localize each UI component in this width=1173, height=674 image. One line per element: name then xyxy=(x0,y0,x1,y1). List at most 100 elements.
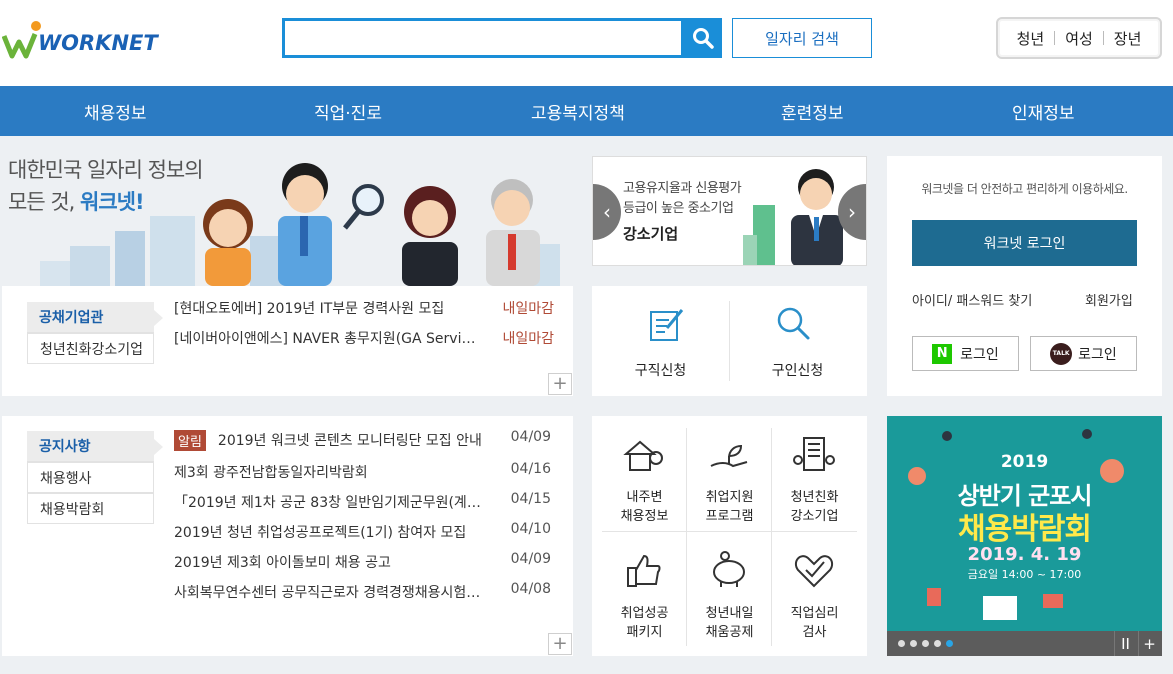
slide-dot[interactable] xyxy=(898,640,905,647)
piggy-bank-icon xyxy=(713,551,745,587)
notice-date: 04/08 xyxy=(510,581,551,597)
tab-public-company[interactable]: 공채기업관 xyxy=(27,302,163,333)
slide-dot-active[interactable] xyxy=(946,640,953,647)
notice-row[interactable]: 알림 2019년 워크넷 콘텐츠 모니터링단 모집 안내 04/09 xyxy=(174,429,551,451)
tab-hiring-events[interactable]: 채용행사 xyxy=(27,462,154,493)
notice-more-button[interactable]: + xyxy=(548,633,572,655)
event-more-button[interactable]: + xyxy=(1138,631,1160,656)
user-type-women[interactable]: 여성 xyxy=(1055,28,1103,49)
nav-item-training[interactable]: 훈련정보 xyxy=(781,99,844,124)
sme-prev-button[interactable]: ‹ xyxy=(593,184,621,240)
service-label-line: 강소기업 xyxy=(790,509,839,524)
worknet-logo[interactable]: WORKNET xyxy=(2,18,162,62)
service-label: 청년내일 채움공제 xyxy=(687,604,772,642)
job-seeker-apply-button[interactable]: 구직신청 xyxy=(592,286,729,396)
sign-up-link[interactable]: 회원가입 xyxy=(1085,290,1133,309)
job-row[interactable]: [네이버아이앤에스] NAVER 총무지원(GA Service) 내일마감 xyxy=(174,328,554,350)
service-label-line: 검사 xyxy=(802,625,827,640)
job-row[interactable]: [현대오토에버] 2019년 IT부문 경력사원 모집 내일마감 xyxy=(174,298,554,320)
house-location-icon xyxy=(623,440,663,471)
tab-youth-friendly-sme[interactable]: 청년친화강소기업 xyxy=(27,333,154,364)
hero-headline: 대한민국 일자리 정보의 모든 것, 워크넷! xyxy=(8,154,204,218)
notice-row[interactable]: 제3회 광주전남합동일자리박람회 04/16 xyxy=(174,461,551,483)
notice-title: 2019년 청년 취업성공프로젝트(1기) 참여자 모집 xyxy=(174,525,467,541)
job-title: [네이버아이앤에스] NAVER 총무지원(GA Service) xyxy=(174,331,479,347)
service-label-line: 취업지원 xyxy=(705,490,754,505)
pause-button[interactable]: II xyxy=(1114,631,1136,656)
user-type-selector: 청년 여성 장년 xyxy=(996,17,1162,59)
sprout-hand-icon xyxy=(710,444,748,468)
sme-description: 고용유지율과 신용평가 등급이 높은 중소기업 xyxy=(623,179,742,219)
nav-item-career[interactable]: 직업·진로 xyxy=(314,99,382,124)
service-label: 취업성공 패키지 xyxy=(602,604,687,642)
slide-dot[interactable] xyxy=(910,640,917,647)
job-search-button[interactable]: 일자리 검색 xyxy=(732,18,872,58)
nav-item-jobs[interactable]: 채용정보 xyxy=(84,99,147,124)
main-nav: 채용정보 직업·진로 고용복지정책 훈련정보 인재정보 xyxy=(0,86,1173,136)
worknet-login-button[interactable]: 워크넷 로그인 xyxy=(912,220,1137,266)
job-deadline: 내일마감 xyxy=(502,331,554,347)
service-label: 내주변채용정보 xyxy=(602,488,687,526)
service-nearby-jobs[interactable]: 내주변채용정보 xyxy=(602,424,687,534)
notice-title: 「2019년 제1차 공군 83창 일반임기제군무원(계약직) 채용 xyxy=(174,495,484,511)
notice-row[interactable]: 2019년 제3회 아이돌보미 채용 공고 04/09 xyxy=(174,551,551,573)
sme-desc-line-1: 고용유지율과 신용평가 xyxy=(623,181,742,196)
public-jobs-more-button[interactable]: + xyxy=(548,373,572,395)
kakao-login-button[interactable]: TALK 로그인 xyxy=(1030,336,1137,371)
user-type-youth[interactable]: 청년 xyxy=(1007,28,1055,49)
service-employment-program[interactable]: 취업지원프로그램 xyxy=(687,424,772,534)
login-panel: 워크넷을 더 안전하고 편리하게 이용하세요. 워크넷 로그인 아이디/ 패스워… xyxy=(887,156,1162,396)
magnifier-icon xyxy=(777,307,810,340)
find-id-password-link[interactable]: 아이디/ 패스워드 찾기 xyxy=(912,290,1032,309)
notice-row[interactable]: 2019년 청년 취업성공프로젝트(1기) 참여자 모집 04/10 xyxy=(174,521,551,543)
service-label: 취업지원프로그램 xyxy=(687,488,772,526)
service-label-line: 채용정보 xyxy=(620,509,669,524)
service-label-line: 청년친화 xyxy=(790,490,839,505)
service-label-line: 직업심리 xyxy=(790,606,839,621)
employer-apply-button[interactable]: 구인신청 xyxy=(729,286,866,396)
service-label: 청년친화강소기업 xyxy=(772,488,857,526)
service-youth-savings[interactable]: 청년내일 채움공제 xyxy=(687,540,772,650)
service-label-line: 내주변 xyxy=(626,490,663,505)
tab-notice[interactable]: 공지사항 xyxy=(27,431,163,462)
notice-date: 04/09 xyxy=(510,551,551,567)
pencil-note-icon xyxy=(650,309,684,341)
sme-title: 강소기업 xyxy=(623,225,679,243)
job-deadline: 내일마감 xyxy=(502,301,554,317)
event-date: 2019. 4. 19 xyxy=(967,544,1082,565)
pause-icon: II xyxy=(1121,634,1130,653)
service-label-line: 패키지 xyxy=(626,625,663,640)
header: WORKNET 일자리 검색 청년 여성 장년 xyxy=(0,0,1173,86)
user-type-senior[interactable]: 장년 xyxy=(1104,28,1152,49)
naver-icon: N xyxy=(932,343,953,364)
chevron-right-icon: › xyxy=(848,200,856,224)
notice-panel: 공지사항 채용행사 채용박람회 알림 2019년 워크넷 콘텐츠 모니터링단 모집… xyxy=(2,416,573,656)
naver-login-button[interactable]: N 로그인 xyxy=(912,336,1019,371)
hero-line-2-pre: 모든 것, xyxy=(8,190,80,214)
heart-check-icon xyxy=(794,555,834,588)
notice-date: 04/16 xyxy=(510,461,551,477)
notice-row[interactable]: 사회복무연수센터 공무직근로자 경력경쟁채용시험 공고 04/08 xyxy=(174,581,551,603)
notice-row[interactable]: 「2019년 제1차 공군 83창 일반임기제군무원(계약직) 채용 04/15 xyxy=(174,491,551,513)
login-description: 워크넷을 더 안전하고 편리하게 이용하세요. xyxy=(921,182,1128,196)
event-title-line-2: 채용박람회 xyxy=(958,512,1092,547)
public-company-panel: 공채기업관 청년친화강소기업 [현대오토에버] 2019년 IT부문 경력사원 … xyxy=(2,286,573,396)
search-input[interactable] xyxy=(282,18,684,58)
notice-date: 04/09 xyxy=(510,429,551,445)
nav-item-welfare-policy[interactable]: 고용복지정책 xyxy=(531,99,625,124)
service-employment-package[interactable]: 취업성공 패키지 xyxy=(602,540,687,650)
service-youth-friendly-sme[interactable]: 청년친화강소기업 xyxy=(772,424,857,534)
job-fair-banner[interactable]: 2019 상반기 군포시 채용박람회 2019. 4. 19 금요일 14:00… xyxy=(887,416,1162,656)
nav-item-talent[interactable]: 인재정보 xyxy=(1012,99,1075,124)
banner-controls: II + xyxy=(887,631,1162,656)
service-career-test[interactable]: 직업심리검사 xyxy=(772,540,857,650)
search-button[interactable] xyxy=(683,18,722,58)
notice-date: 04/10 xyxy=(510,521,551,537)
slide-dot[interactable] xyxy=(922,640,929,647)
apply-panel: 구직신청 구인신청 xyxy=(592,286,867,396)
plus-icon: + xyxy=(1143,634,1156,653)
kakao-talk-icon: TALK xyxy=(1050,342,1073,365)
slide-dot[interactable] xyxy=(934,640,941,647)
tab-job-fairs[interactable]: 채용박람회 xyxy=(27,493,154,524)
service-label-line: 프로그램 xyxy=(705,509,754,524)
